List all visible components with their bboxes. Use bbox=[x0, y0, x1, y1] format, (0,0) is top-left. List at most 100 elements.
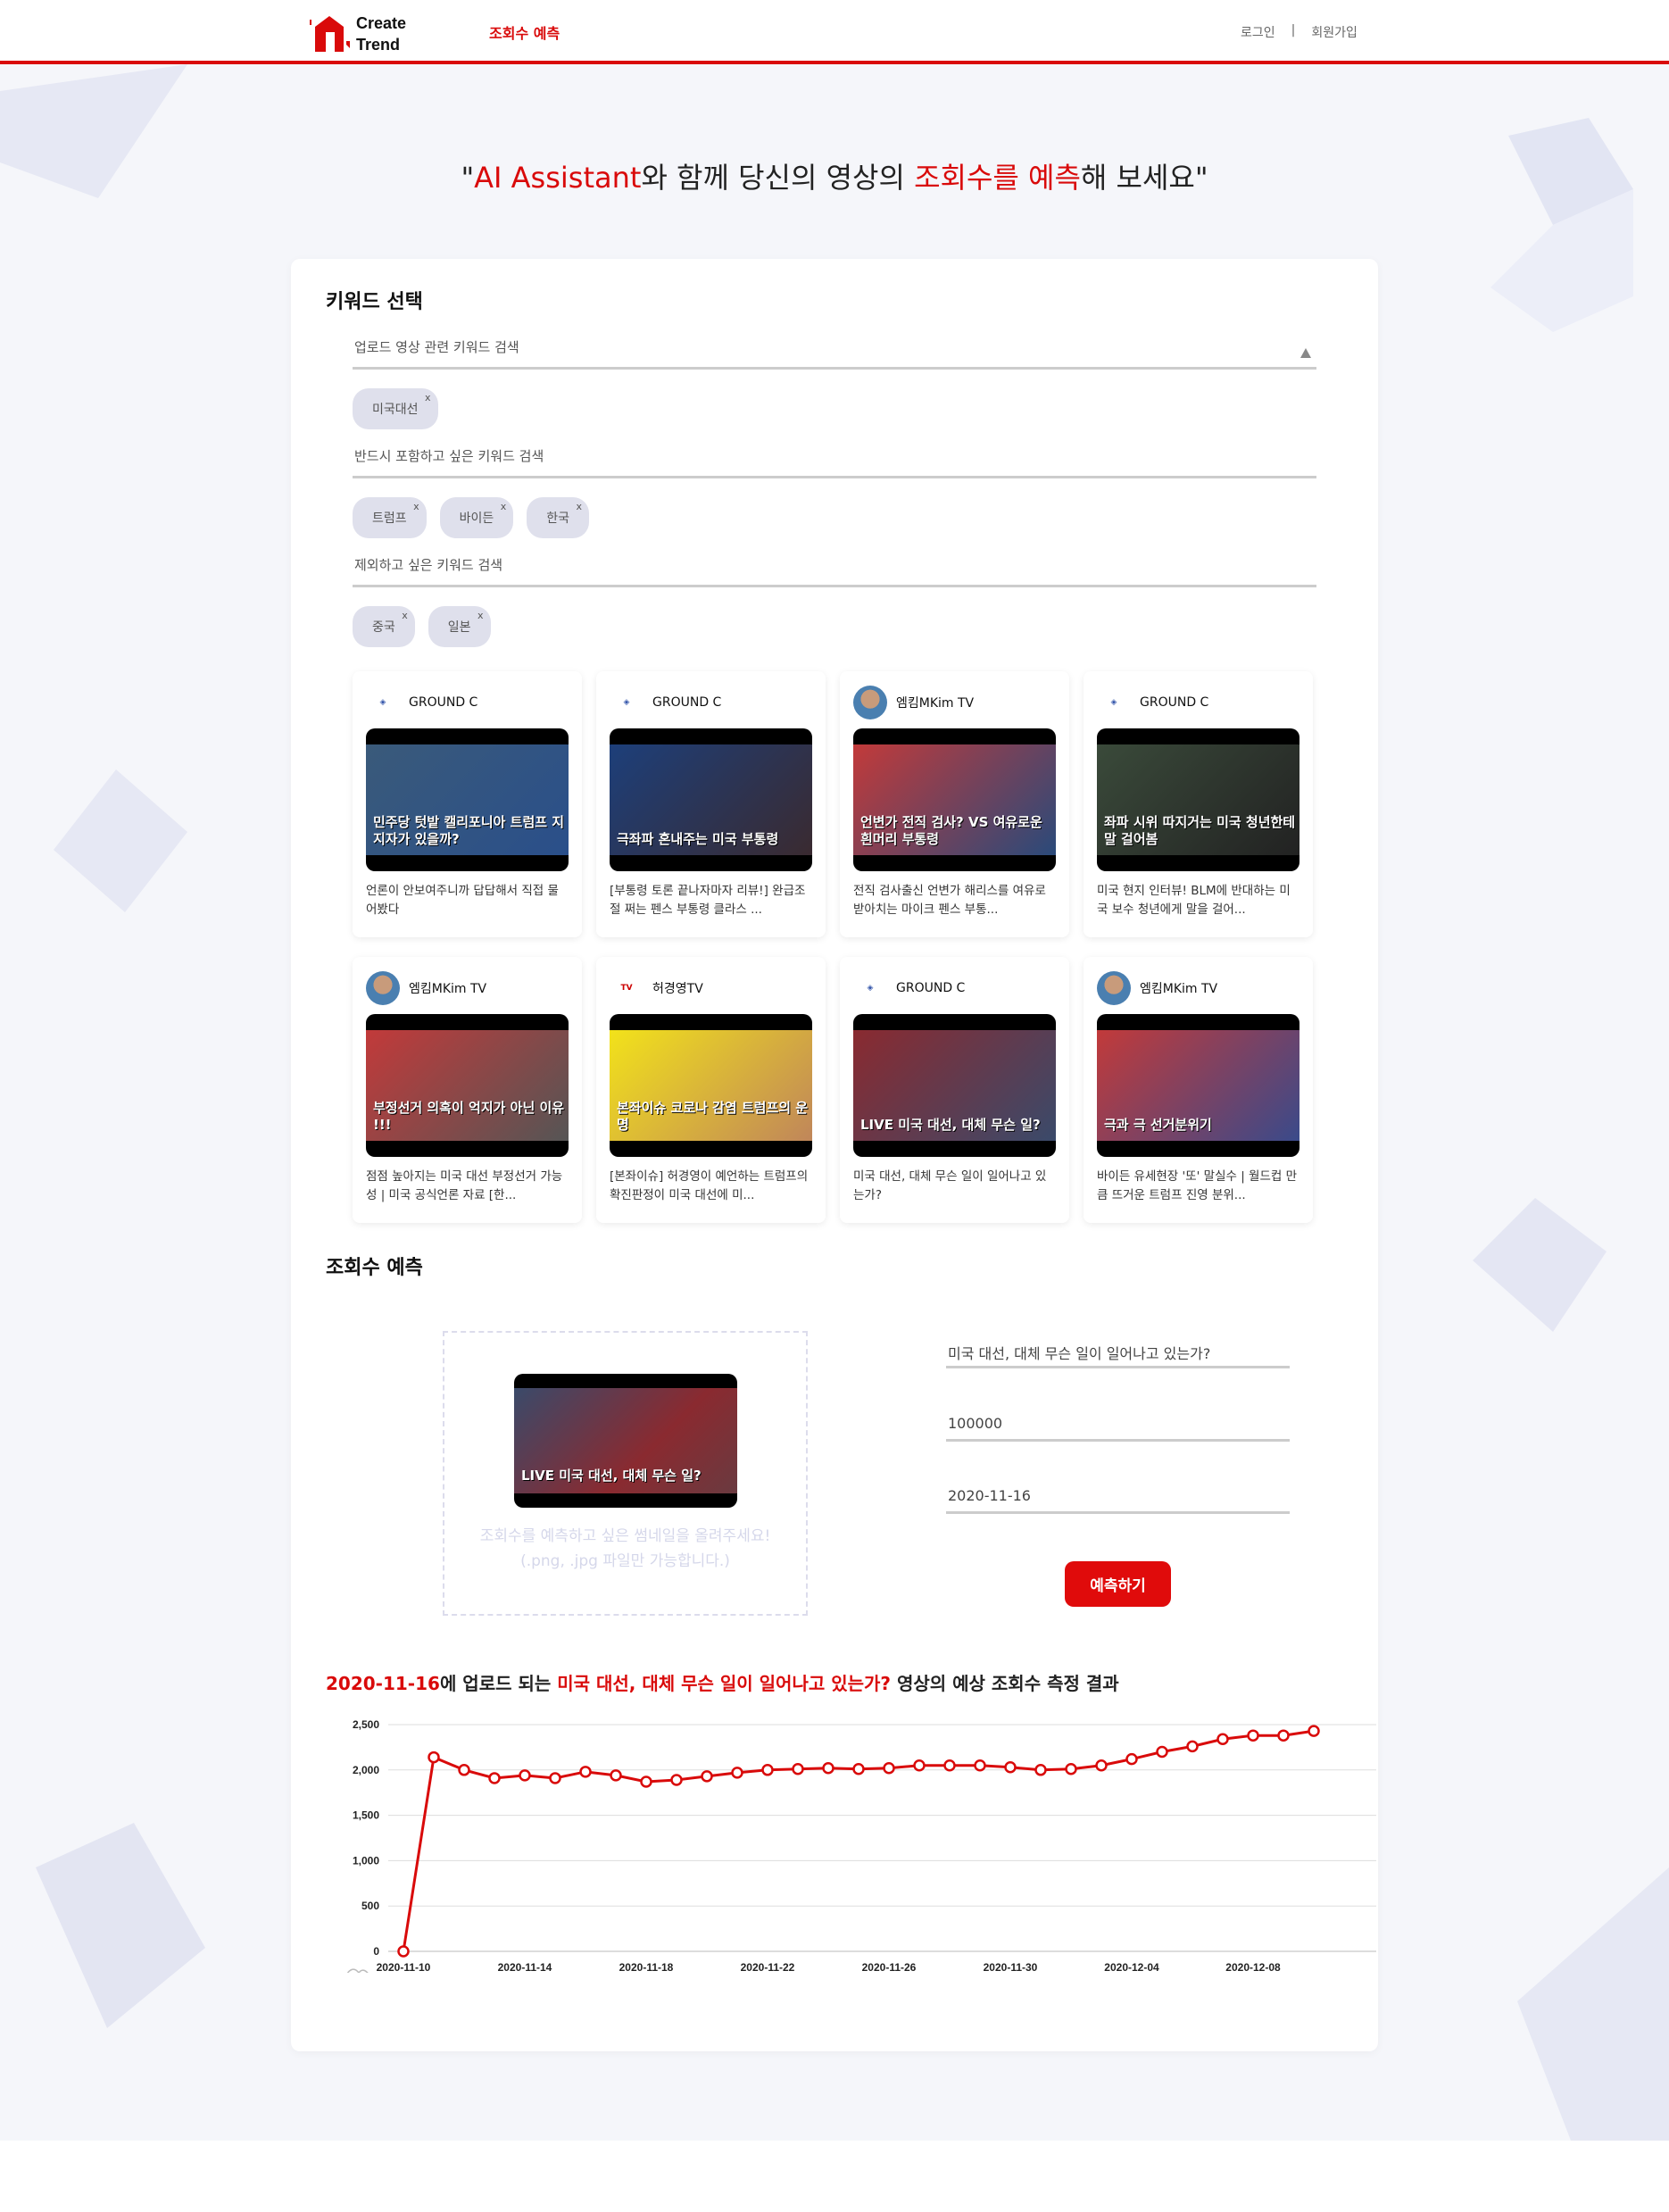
x-tick-label: 2020-11-10 bbox=[377, 1961, 431, 1973]
x-tick-label: 2020-11-18 bbox=[619, 1961, 674, 1973]
keyword-section-title: 키워드 선택 bbox=[326, 291, 423, 313]
video-thumbnail[interactable]: 민주당 텃밭 캘리포니아 트럼프 지지자가 있을까? bbox=[366, 728, 569, 871]
channel-avatar: ◈ bbox=[1097, 686, 1131, 719]
video-title: 바이든 유세현장 '또' 말실수 | 월드컵 만큼 뜨거운 트럼프 진영 분위.… bbox=[1097, 1169, 1298, 1202]
video-title: 전직 검사출신 언변가 해리스를 여유로 받아치는 마이크 펜스 부통... bbox=[853, 884, 1046, 917]
video-card[interactable]: ◈ GROUND C 좌파 시위 따지거는 미국 청년한테 말 걸어봄 미국 현지… bbox=[1084, 671, 1313, 937]
video-card[interactable]: 엠킴MKim TV 극과 극 선거분위기 바이든 유세현장 '또' 말실수 | … bbox=[1084, 957, 1313, 1223]
include-keyword-search[interactable]: 반드시 포함하고 싶은 키워드 검색 bbox=[353, 439, 1316, 478]
channel-name: 엠킴MKim TV bbox=[896, 696, 975, 711]
y-tick-label: 1,500 bbox=[353, 1809, 379, 1822]
chip-remove-icon[interactable]: x bbox=[501, 501, 507, 512]
video-card[interactable]: ◈ GROUND C LIVE 미국 대선, 대체 무슨 일? 미국 대선, 대체… bbox=[840, 957, 1069, 1223]
signup-link[interactable]: 회원가입 bbox=[1311, 23, 1358, 41]
video-thumbnail[interactable]: 극과 극 선거분위기 bbox=[1097, 1014, 1299, 1157]
data-point bbox=[913, 1759, 926, 1772]
page-headline: "AI Assistant와 함께 당신의 영상의 조회수를 예측해 보세요" bbox=[461, 161, 1208, 195]
data-point bbox=[943, 1759, 956, 1772]
video-thumbnail[interactable]: 부정선거 의혹이 억지가 아닌 이유 !!! bbox=[366, 1014, 569, 1157]
chip-remove-icon[interactable]: x bbox=[413, 501, 419, 512]
video-title: 미국 대선, 대체 무슨 일이 일어나고 있는가? bbox=[853, 1169, 1047, 1202]
chip-label: 중국 bbox=[372, 620, 395, 635]
logo-text-trend: Trend bbox=[356, 36, 401, 54]
video-title-input[interactable]: 미국 대선, 대체 무슨 일이 일어나고 있는가? bbox=[946, 1338, 1290, 1368]
data-point bbox=[974, 1759, 986, 1772]
data-point bbox=[761, 1764, 774, 1776]
channel-name: 엠킴MKim TV bbox=[1140, 982, 1218, 996]
channel-name: 엠킴MKim TV bbox=[409, 982, 487, 996]
channel-avatar: ◈ bbox=[366, 686, 400, 719]
video-title: 미국 현지 인터뷰! BLM에 반대하는 미국 보수 청년에게 말을 걸어... bbox=[1097, 884, 1291, 917]
logo[interactable]: Create Trend bbox=[306, 12, 406, 55]
thumbnail-caption: LIVE 미국 대선, 대체 무슨 일? bbox=[860, 1117, 1041, 1133]
chip-remove-icon[interactable]: x bbox=[477, 610, 484, 621]
data-point bbox=[1004, 1761, 1017, 1774]
y-tick-label: 500 bbox=[361, 1900, 379, 1912]
data-point bbox=[1247, 1729, 1259, 1742]
video-thumbnail[interactable]: 좌파 시위 따지거는 미국 청년한테 말 걸어봄 bbox=[1097, 728, 1299, 871]
exclude-keyword-search[interactable]: 제외하고 싶은 키워드 검색 bbox=[353, 548, 1316, 587]
channel-avatar bbox=[1097, 971, 1131, 1005]
chip-remove-icon[interactable]: x bbox=[402, 610, 408, 621]
predict-button[interactable]: 예측하기 bbox=[1065, 1561, 1171, 1607]
channel-name: 허경영TV bbox=[652, 982, 703, 996]
data-point bbox=[610, 1769, 622, 1782]
x-tick-label: 2020-12-08 bbox=[1225, 1961, 1281, 1973]
x-tick-label: 2020-11-22 bbox=[741, 1961, 795, 1973]
data-point bbox=[1186, 1740, 1199, 1753]
data-point bbox=[519, 1769, 531, 1782]
video-card[interactable]: TV 허경영TV 본좌이슈 코로나 감염 트럼프의 운명 [본좌이슈] 허경영이 … bbox=[596, 957, 826, 1223]
x-tick-label: 2020-11-26 bbox=[862, 1961, 917, 1973]
video-thumbnail[interactable]: 언변가 전직 검사? VS 여유로운 흰머리 부통령 bbox=[853, 728, 1056, 871]
related-keyword-search[interactable]: 업로드 영상 관련 키워드 검색 bbox=[353, 330, 1316, 370]
video-title: 언론이 안보여주니까 답답해서 직접 물어봤다 bbox=[366, 884, 559, 917]
data-point bbox=[701, 1770, 713, 1783]
result-title: 2020-11-16에 업로드 되는 미국 대선, 대체 무슨 일이 일어나고 … bbox=[326, 1673, 1119, 1694]
video-thumbnail[interactable]: 극좌파 혼내주는 미국 부통령 bbox=[610, 728, 812, 871]
video-title: 점점 높아지는 미국 대선 부정선거 가능성 | 미국 공식언론 자료 [한..… bbox=[366, 1169, 563, 1202]
separator: | bbox=[1291, 23, 1296, 37]
channel-name: GROUND C bbox=[896, 981, 966, 995]
video-card[interactable]: 엠킴MKim TV 언변가 전직 검사? VS 여유로운 흰머리 부통령 전직 … bbox=[840, 671, 1069, 937]
video-thumbnail[interactable]: 본좌이슈 코로나 감염 트럼프의 운명 bbox=[610, 1014, 812, 1157]
chip-remove-icon[interactable]: x bbox=[425, 392, 431, 403]
chip-label: 일본 bbox=[447, 620, 471, 635]
x-tick-label: 2020-11-30 bbox=[984, 1961, 1038, 1973]
channel-name: GROUND C bbox=[652, 695, 722, 710]
video-card[interactable]: ◈ GROUND C 극좌파 혼내주는 미국 부통령 [부통령 토론 끝나자마자 … bbox=[596, 671, 826, 937]
y-tick-label: 0 bbox=[373, 1945, 379, 1958]
data-point bbox=[1034, 1764, 1047, 1776]
thumbnail-caption: 민주당 텃밭 캘리포니아 트럼프 지지자가 있을까? bbox=[373, 814, 565, 847]
video-title: [부통령 토론 끝나자마자 리뷰!] 완급조절 쩌는 펜스 부통령 클라스 ..… bbox=[610, 884, 806, 917]
uploaded-thumbnail: LIVE 미국 대선, 대체 무슨 일? bbox=[514, 1374, 737, 1508]
video-card[interactable]: 엠킴MKim TV 부정선거 의혹이 억지가 아닌 이유 !!! 점점 높아지는… bbox=[353, 957, 582, 1223]
dropdown-arrow-icon[interactable] bbox=[1300, 348, 1311, 358]
keyword-chip: 바이든 x bbox=[439, 497, 514, 538]
thumbnail-upload-dropzone[interactable]: LIVE 미국 대선, 대체 무슨 일? 조회수를 예측하고 싶은 썸네일을 올… bbox=[443, 1331, 808, 1616]
video-thumbnail[interactable]: LIVE 미국 대선, 대체 무슨 일? bbox=[853, 1014, 1056, 1157]
data-point bbox=[397, 1945, 410, 1958]
chip-label: 트럼프 bbox=[372, 511, 407, 526]
upload-date-input[interactable]: 2020-11-16 bbox=[946, 1484, 1290, 1514]
prediction-section-title: 조회수 예측 bbox=[326, 1257, 423, 1279]
subscriber-count-input[interactable]: 100000 bbox=[946, 1411, 1290, 1442]
thumbnail-caption: 부정선거 의혹이 억지가 아닌 이유 !!! bbox=[373, 1100, 565, 1133]
thumbnail-caption: 본좌이슈 코로나 감염 트럼프의 운명 bbox=[617, 1100, 809, 1133]
x-tick-label: 2020-11-14 bbox=[498, 1961, 552, 1973]
data-point bbox=[1156, 1745, 1168, 1759]
nav-view-prediction[interactable]: 조회수 예측 bbox=[489, 21, 560, 43]
data-point bbox=[731, 1767, 743, 1779]
chip-remove-icon[interactable]: x bbox=[577, 501, 583, 512]
logo-mark-icon bbox=[310, 16, 350, 52]
data-point bbox=[1125, 1752, 1138, 1766]
channel-avatar bbox=[853, 686, 887, 719]
view-forecast-chart: 0 500 1,000 1,500 2,000 2,500 2020-11-10 2020-1… bbox=[346, 1718, 1376, 1973]
y-tick-label: 2,000 bbox=[353, 1764, 379, 1776]
main-card: 키워드 선택 업로드 영상 관련 키워드 검색 미국대선 x 반드시 포함하고 싶… bbox=[291, 259, 1378, 2051]
upload-format-hint: (.png, .jpg 파일만 가능합니다.) bbox=[520, 1552, 730, 1570]
y-tick-label: 2,500 bbox=[353, 1718, 379, 1731]
video-card[interactable]: ◈ GROUND C 민주당 텃밭 캘리포니아 트럼프 지지자가 있을까? 언론이… bbox=[353, 671, 582, 937]
video-title: [본좌이슈] 허경영이 예언하는 트럼프의 확진판정이 미국 대선에 미... bbox=[610, 1169, 809, 1202]
login-link[interactable]: 로그인 bbox=[1241, 23, 1275, 41]
thumbnail-caption: 언변가 전직 검사? VS 여유로운 흰머리 부통령 bbox=[860, 814, 1042, 847]
